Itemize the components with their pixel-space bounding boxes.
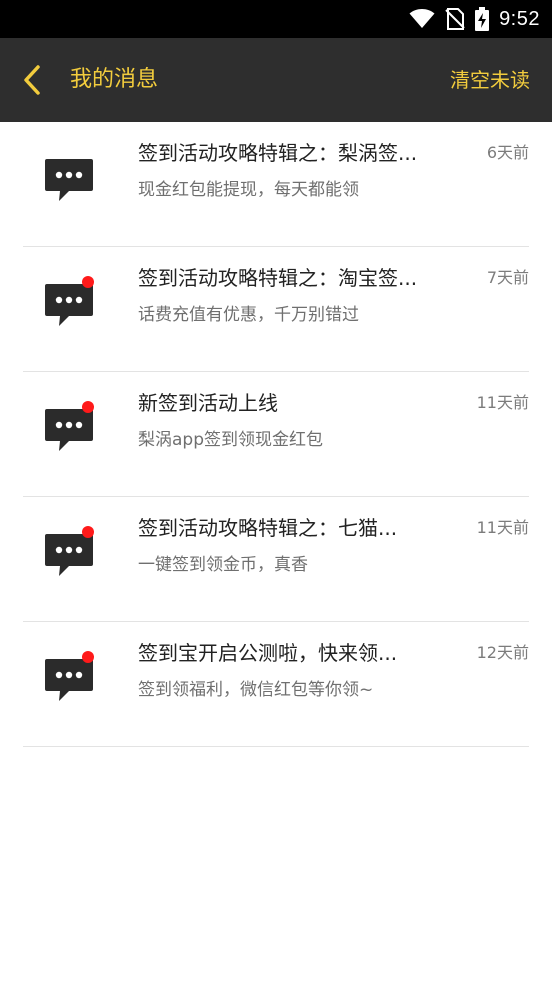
message-item[interactable]: 签到活动攻略特辑之：梨涡签... 现金红包能提现，每天都能领 6天前 xyxy=(23,122,529,247)
back-button[interactable] xyxy=(14,62,50,98)
message-time: 7天前 xyxy=(486,268,529,287)
message-title: 新签到活动上线 xyxy=(138,391,278,415)
unread-dot xyxy=(82,526,94,538)
message-time: 11天前 xyxy=(476,518,529,537)
no-sim-icon xyxy=(445,8,465,30)
message-item[interactable]: 签到活动攻略特辑之：淘宝签... 话费充值有优惠，千万别错过 7天前 xyxy=(23,247,529,372)
wifi-icon xyxy=(409,9,435,28)
page-title: 我的消息 xyxy=(70,67,159,92)
battery-charging-icon xyxy=(475,7,490,31)
message-list: 签到活动攻略特辑之：梨涡签... 现金红包能提现，每天都能领 6天前 签到活动攻… xyxy=(0,122,552,747)
clear-unread-button[interactable]: 清空未读 xyxy=(450,38,530,122)
chevron-left-icon xyxy=(24,65,40,95)
status-icons: 9:52 xyxy=(409,0,540,38)
status-time: 9:52 xyxy=(499,7,540,30)
message-title: 签到活动攻略特辑之：淘宝签... xyxy=(138,266,418,290)
message-time: 12天前 xyxy=(476,643,529,662)
unread-dot xyxy=(82,651,94,663)
message-item[interactable]: 签到宝开启公测啦，快来领... 签到领福利，微信红包等你领~ 12天前 xyxy=(23,622,529,747)
message-subtitle: 一键签到领金币，真香 xyxy=(138,555,308,575)
message-time: 6天前 xyxy=(486,143,529,162)
message-title: 签到宝开启公测啦，快来领... xyxy=(138,641,398,665)
message-item[interactable]: 签到活动攻略特辑之：七猫... 一键签到领金币，真香 11天前 xyxy=(23,497,529,622)
message-time: 11天前 xyxy=(476,393,529,412)
chat-bubble-icon xyxy=(45,159,93,201)
message-subtitle: 话费充值有优惠，千万别错过 xyxy=(138,305,359,325)
status-bar: 9:52 xyxy=(0,0,552,38)
message-subtitle: 签到领福利，微信红包等你领~ xyxy=(138,680,374,700)
message-subtitle: 现金红包能提现，每天都能领 xyxy=(138,180,359,200)
app-bar: 我的消息 清空未读 xyxy=(0,38,552,122)
message-item[interactable]: 新签到活动上线 梨涡app签到领现金红包 11天前 xyxy=(23,372,529,497)
message-title: 签到活动攻略特辑之：梨涡签... xyxy=(138,141,418,165)
message-subtitle: 梨涡app签到领现金红包 xyxy=(138,430,323,450)
message-title: 签到活动攻略特辑之：七猫... xyxy=(138,516,398,540)
unread-dot xyxy=(82,401,94,413)
unread-dot xyxy=(82,276,94,288)
